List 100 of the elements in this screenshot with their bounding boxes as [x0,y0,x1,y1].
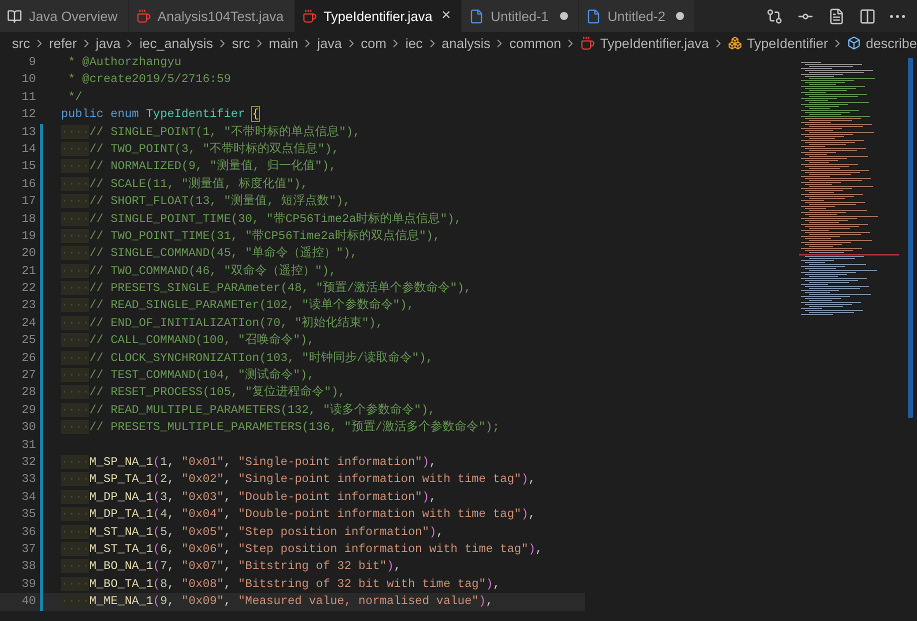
code-line: * @create2019/5/2716:59 [67,71,231,88]
code-line: ····M_ME_NA_1(9, "0x09", "Measured value, normalised value"), [61,593,493,610]
breadcrumb-item[interactable]: TypeIdentifier [728,36,828,50]
line-number: 12 [20,106,36,124]
breadcrumb-item[interactable]: describe [846,36,917,50]
line-number: 13 [20,124,36,141]
breadcrumb-item[interactable]: main [268,36,298,50]
code-line: ····// NORMALIZED(9, "测量值, 归一化值"), [61,158,336,176]
breadcrumb-item[interactable]: analysis [442,36,490,50]
breadcrumb-item[interactable]: com [360,36,386,50]
line-number: 24 [20,314,36,332]
line-number: 26 [20,350,36,367]
breadcrumb-item[interactable]: iec_analysis [139,36,213,50]
code-line: ····// READ_MULTIPLE_PARAMETERS(132, "读多个参数命令"), [61,402,436,419]
line-number: 37 [20,540,36,558]
line-number: 31 [20,436,36,454]
line-number: 16 [20,176,36,193]
line-number: 32 [20,454,36,471]
line-number: 11 [20,88,36,106]
toolbar-button[interactable] [859,8,876,24]
line-number: 34 [20,488,36,506]
line-number: 15 [20,158,36,176]
line-number: 33 [20,471,36,488]
line-number: 19 [20,228,36,245]
line-number: 36 [20,524,36,541]
line-number: 25 [20,332,36,350]
coffee-cup-icon [136,8,151,24]
toolbar-button[interactable] [766,8,783,24]
code-line: ····// READ_SINGLE_PARAMETer(102, "读单个参数命令"), [61,297,414,314]
code-line: public enum TypeIdentifier { [61,106,260,124]
line-number: 27 [20,367,36,384]
toolbar-button[interactable] [828,8,845,24]
line-number: 14 [20,140,36,158]
close-tab-button[interactable]: × [441,7,451,25]
code-line: ····// TWO_POINT_TIME(31, "带CP56Time2a时标的双点信息"), [61,228,440,245]
toolbar-button[interactable] [890,14,905,18]
file-icon [468,8,484,24]
line-number: 28 [20,384,36,402]
scrollbar-thumb[interactable] [908,58,912,418]
code-line: ····// PRESETS_MULTIPLE_PARAMETERS(136, "预置/激活多个参数命令"); [61,419,500,436]
code-line: ····// SCALE(11, "测量值, 标度化值"), [61,176,308,193]
code-line: * @Authorzhangyu [67,54,182,71]
line-number: 29 [20,402,36,419]
file-icon [586,8,601,24]
line-number: 40 [20,593,36,610]
coffee-cup-icon [580,36,596,50]
line-number: 30 [20,419,36,436]
line-number: 23 [20,297,36,314]
book-icon [7,8,22,24]
code-line: ····// SINGLE_POINT(1, "不带时标的单点信息"), [61,124,360,141]
editor-tab[interactable]: Java Overview [0,0,129,32]
line-number: 18 [20,210,36,228]
editor-tab[interactable]: Untitled-2 [578,0,696,32]
breadcrumb-item[interactable]: src [232,36,250,50]
code-line: ····M_SP_NA_1(1, "0x01", "Single-point information"), [61,454,436,471]
code-line: ····// SHORT_FLOAT(13, "测量值, 短浮点数"), [61,193,350,210]
compare-icon [766,8,783,24]
editor-tab[interactable]: Analysis104Test.java [128,0,295,32]
coffee-cup-icon [302,8,317,24]
code-line: ····M_BO_TA_1(8, "0x08", "Bitstring of 32 bit with time tag"), [61,576,500,593]
code-line: ····// TWO_POINT(3, "不带时标的双点信息"), [61,140,339,158]
line-number: 38 [20,558,36,576]
preview-icon [828,8,845,24]
boxes-icon [728,36,742,50]
code-line: ····M_ST_NA_1(5, "0x05", "Step position information"), [61,524,444,541]
line-number: 21 [20,262,36,280]
line-number: 9 [28,54,36,71]
more-icon [890,14,905,18]
code-line: ····M_SP_TA_1(2, "0x02", "Single-point information with time tag"), [61,471,536,488]
code-line: ····// TEST_COMMAND(104, "测试命令"), [61,367,314,384]
code-line: */ [67,88,82,106]
code-line: ····// SINGLE_POINT_TIME(30, "带CP56Time2a时标的单点信息"), [61,210,462,228]
editor-tab[interactable]: TypeIdentifier.java × [294,0,462,32]
editor-tab[interactable]: Untitled-1 [462,0,579,32]
code-line: ····// TWO_COMMAND(46, "双命令（遥控）"), [61,262,336,280]
code-line: ····// SINGLE_COMMAND(45, "单命令（遥控）"), [61,245,358,262]
code-line: ····M_DP_TA_1(4, "0x04", "Double-point information with time tag"), [61,506,536,524]
code-line: ····M_ST_TA_1(6, "0x06", "Step position information with time tag"), [61,540,543,558]
breadcrumb-item[interactable]: java [96,36,120,50]
breadcrumb-item[interactable]: java [317,36,342,50]
line-number: 10 [20,71,36,88]
code-line: ····// CALL_COMMAND(100, "召唤命令"), [61,332,314,350]
breadcrumb-item[interactable]: src [12,36,30,50]
breadcrumb-item[interactable]: TypeIdentifier.java [580,36,709,50]
line-number: 35 [20,506,36,524]
line-number: 17 [20,193,36,210]
code-line: ····M_DP_NA_1(3, "0x03", "Double-point information"), [61,488,436,506]
code-line: ····// PRESETS_SINGLE_PARAmeter(48, "预置/激活单个参数命令"), [61,280,472,298]
line-number: 22 [20,280,36,298]
breadcrumb-item[interactable]: common [509,36,562,50]
code-line: ····M_BO_NA_1(7, "0x07", "Bitstring of 32 bit"), [61,558,401,576]
split-editor-icon [859,8,876,24]
breadcrumb-item[interactable]: iec [405,36,423,50]
line-number: 20 [20,245,36,262]
cube-icon [846,36,861,50]
line-number: 39 [20,576,36,593]
code-line: ····// CLOCK_SYNCHRONIZATIon(103, "时钟同步/读取命令"), [61,350,434,367]
code-line: ····// RESET_PROCESS(105, "复位进程命令"), [61,384,346,402]
breadcrumb-item[interactable]: refer [48,36,77,50]
code-line: ····// END_OF_INITIALIZATIon(70, "初始化结束"), [61,314,383,332]
